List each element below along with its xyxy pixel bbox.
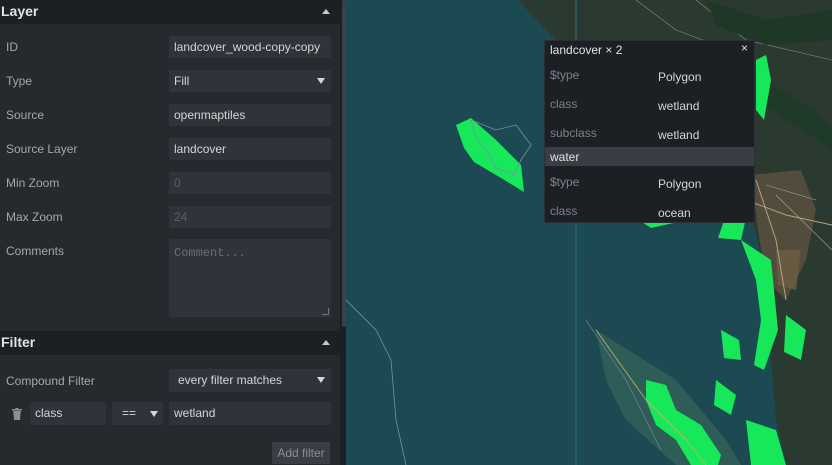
- prop-key-class: class: [550, 97, 578, 111]
- type-select-value: Fill: [174, 74, 190, 88]
- source-layer-input[interactable]: landcover: [169, 138, 331, 160]
- prop-key-type: $type: [550, 175, 580, 189]
- comments-label: Comments: [6, 244, 65, 258]
- filter-operator-select[interactable]: ==: [112, 402, 163, 425]
- id-label: ID: [6, 40, 18, 54]
- prop-value-class: ocean: [658, 206, 691, 220]
- layer-editor-panel: Layer ID landcover_wood-copy-copy Type F…: [0, 0, 340, 465]
- trash-icon[interactable]: [12, 408, 22, 420]
- compound-filter-value: every filter matches: [178, 373, 283, 387]
- max-zoom-input[interactable]: 24: [169, 206, 331, 228]
- source-layer-label: Source Layer: [6, 142, 78, 156]
- add-filter-button[interactable]: Add filter: [272, 442, 330, 464]
- min-zoom-label: Min Zoom: [6, 176, 60, 190]
- collapse-icon[interactable]: [322, 9, 330, 14]
- resize-handle-icon[interactable]: [322, 308, 329, 315]
- popup-layer-name: water: [550, 150, 580, 164]
- feature-inspect-popup: landcover × 2 × $type Polygon class wetl…: [544, 40, 755, 223]
- chevron-down-icon: [150, 411, 158, 417]
- source-label: Source: [6, 108, 45, 122]
- min-zoom-input[interactable]: 0: [169, 172, 331, 194]
- id-input[interactable]: landcover_wood-copy-copy: [169, 36, 331, 58]
- prop-key-class: class: [550, 204, 578, 218]
- comments-textarea[interactable]: Comment...: [169, 239, 331, 317]
- compound-filter-label: Compound Filter: [6, 374, 95, 388]
- prop-key-type: $type: [550, 68, 580, 82]
- layer-section-title: Layer: [1, 3, 39, 19]
- source-input[interactable]: openmaptiles: [169, 104, 331, 126]
- filter-operator-value: ==: [122, 406, 137, 420]
- type-label: Type: [6, 74, 33, 88]
- prop-key-subclass: subclass: [550, 126, 597, 140]
- prop-value-subclass: wetland: [658, 128, 700, 142]
- chevron-down-icon: [317, 78, 325, 84]
- layer-section-header[interactable]: Layer: [0, 0, 340, 24]
- prop-value-class: wetland: [658, 99, 700, 113]
- close-icon[interactable]: ×: [741, 41, 748, 55]
- prop-value-type: Polygon: [658, 177, 702, 191]
- filter-section-header[interactable]: Filter: [0, 331, 340, 355]
- type-select[interactable]: Fill: [169, 70, 331, 92]
- filter-value-input[interactable]: wetland: [169, 402, 331, 425]
- popup-layer-header: water: [545, 147, 754, 166]
- comments-placeholder: Comment...: [174, 246, 247, 260]
- compound-filter-select[interactable]: every filter matches: [169, 369, 331, 392]
- collapse-icon[interactable]: [322, 340, 330, 345]
- prop-value-type: Polygon: [658, 70, 702, 84]
- chevron-down-icon: [317, 377, 325, 383]
- popup-title: landcover × 2: [550, 43, 623, 57]
- filter-key-input[interactable]: class: [30, 402, 106, 425]
- max-zoom-label: Max Zoom: [6, 210, 63, 224]
- filter-section-title: Filter: [1, 334, 36, 350]
